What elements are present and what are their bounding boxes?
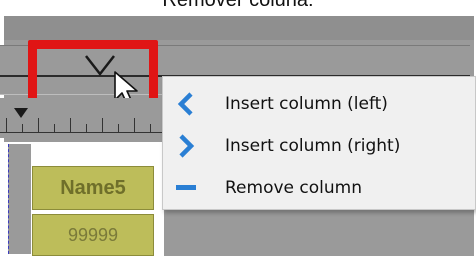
menu-item-label: Insert column (left) (225, 94, 388, 114)
caption-text: Remover coluna: (162, 0, 314, 11)
cell-name[interactable]: Name5 (32, 166, 154, 210)
ruler-tick (150, 124, 151, 132)
ruler-tick (54, 124, 55, 132)
ruler-marker-icon[interactable] (14, 108, 28, 118)
ruler-tick (6, 118, 7, 132)
ruler-tick (38, 118, 39, 132)
menu-item-label: Remove column (225, 178, 362, 198)
chevron-right-icon (165, 125, 207, 167)
context-menu: Insert column (left) Insert column (righ… (162, 76, 476, 210)
ruler-tick (118, 124, 119, 132)
menu-item-remove-column[interactable]: Remove column (163, 167, 475, 209)
cell-value[interactable]: 99999 (32, 214, 154, 256)
menu-item-label: Insert column (right) (225, 136, 401, 156)
menu-item-insert-column-left[interactable]: Insert column (left) (163, 83, 475, 125)
row-header-column (8, 144, 31, 254)
minus-icon (165, 167, 207, 209)
ruler-tick (134, 118, 135, 132)
ruler-tick (22, 124, 23, 132)
ruler-baseline (0, 132, 170, 133)
ruler-tick (102, 118, 103, 132)
top-strip (4, 16, 474, 40)
chevron-left-icon (165, 83, 207, 125)
menu-item-insert-column-right[interactable]: Insert column (right) (163, 125, 475, 167)
ruler-tick (70, 118, 71, 132)
ruler-tick (86, 124, 87, 132)
